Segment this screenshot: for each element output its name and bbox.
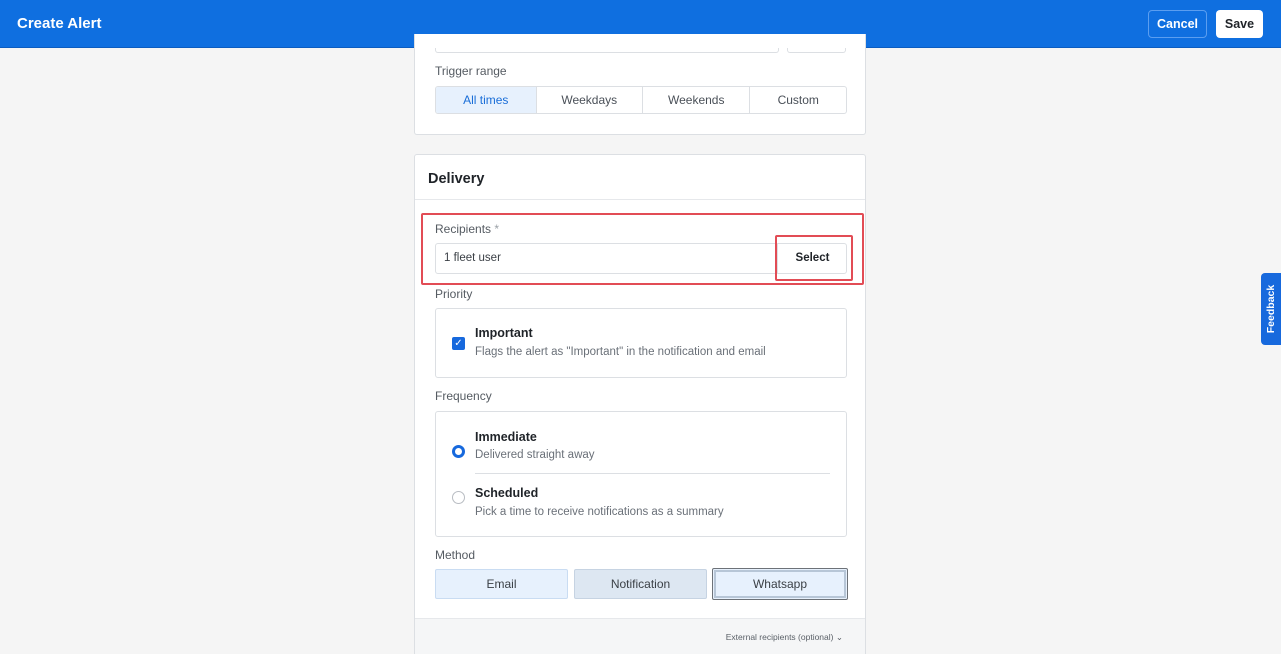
page-title: Create Alert	[17, 15, 102, 32]
cancel-button[interactable]: Cancel	[1148, 10, 1207, 38]
frequency-divider	[475, 473, 830, 474]
scheduled-description: Pick a time to receive notifications as …	[475, 506, 724, 518]
important-title: Important	[475, 326, 533, 340]
immediate-radio[interactable]	[452, 445, 465, 458]
important-description: Flags the alert as "Important" in the no…	[475, 346, 766, 358]
immediate-description: Delivered straight away	[475, 449, 595, 461]
method-notification-button[interactable]: Notification	[574, 569, 707, 599]
method-email-button[interactable]: Email	[435, 569, 568, 599]
immediate-title: Immediate	[475, 430, 537, 444]
divider	[415, 199, 865, 200]
frequency-label: Frequency	[435, 389, 492, 403]
priority-box: ✓ Important Flags the alert as "Importan…	[435, 308, 847, 378]
scheduled-title: Scheduled	[475, 486, 539, 500]
chevron-down-icon: ⌄	[835, 632, 843, 642]
scheduled-radio[interactable]	[452, 491, 465, 504]
feedback-label: Feedback	[1265, 284, 1277, 334]
feedback-tab[interactable]: Feedback	[1261, 273, 1281, 345]
save-button[interactable]: Save	[1216, 10, 1263, 38]
method-whatsapp-button[interactable]: Whatsapp	[712, 568, 848, 600]
partial-button[interactable]	[787, 48, 846, 53]
trigger-option-all-times[interactable]: All times	[436, 87, 536, 113]
trigger-option-custom[interactable]: Custom	[749, 87, 846, 113]
partial-input[interactable]	[435, 48, 779, 53]
trigger-option-weekends[interactable]: Weekends	[642, 87, 749, 113]
method-label: Method	[435, 548, 476, 562]
trigger-range-segmented: All times Weekdays Weekends Custom	[435, 86, 847, 114]
external-recipients-toggle[interactable]: External recipients (optional) ⌄	[726, 632, 843, 643]
trigger-card: Trigger range All times Weekdays Weekend…	[414, 34, 866, 135]
select-button-highlight	[775, 235, 853, 281]
delivery-footer: External recipients (optional) ⌄	[415, 618, 865, 654]
trigger-range-label: Trigger range	[435, 64, 507, 78]
frequency-box: Immediate Delivered straight away Schedu…	[435, 411, 847, 537]
trigger-option-weekdays[interactable]: Weekdays	[535, 87, 642, 113]
priority-label: Priority	[435, 287, 473, 301]
delivery-title: Delivery	[428, 171, 485, 187]
important-checkbox[interactable]: ✓	[452, 337, 465, 350]
